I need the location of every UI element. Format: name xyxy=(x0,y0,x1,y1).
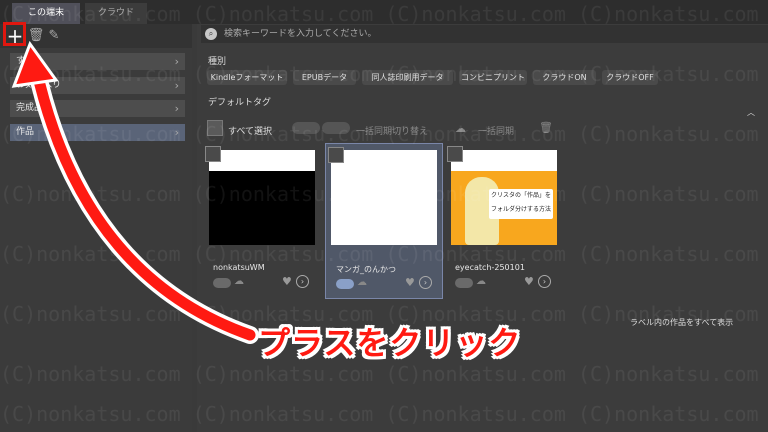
tag-convenience-print[interactable]: コンビニプリント xyxy=(459,70,527,85)
cloud-icon: ☁ xyxy=(455,122,466,135)
edit-pencil-icon[interactable]: ✎ xyxy=(44,24,64,48)
heart-icon[interactable]: ♥ xyxy=(282,275,292,288)
sidebar-item-label: 作品 xyxy=(16,127,35,137)
sidebar-item-label: 完成品 xyxy=(16,103,44,113)
default-tag-label: デフォルトタグ xyxy=(208,98,272,108)
thumbnail: クリスタの「作品」を フォルダ分けする方法 xyxy=(451,150,557,245)
sync-toggle-a[interactable] xyxy=(292,122,320,134)
show-all-in-label-link[interactable]: ラベル内の作品をすべて表示 xyxy=(630,317,733,328)
bulk-sync-toggle-label[interactable]: 一括同期切り替え xyxy=(356,124,428,137)
tag-cloud-on[interactable]: クラウドON xyxy=(533,70,596,85)
search-placeholder: 検索キーワードを入力してください。 xyxy=(224,29,377,39)
card-sync-toggle[interactable] xyxy=(455,278,473,288)
annotation-text: プラスをクリック xyxy=(258,324,522,362)
sidebar-item-works[interactable]: 作品 › xyxy=(10,124,185,141)
trash-icon[interactable]: 🗑 xyxy=(539,121,553,134)
search-icon: ⌕ xyxy=(205,28,217,40)
heart-icon[interactable]: ♥ xyxy=(405,276,415,289)
work-card-selected[interactable]: マンガ_のんかつ ☁ ♥ › xyxy=(325,143,443,299)
work-card[interactable]: クリスタの「作品」を フォルダ分けする方法 eyecatch-250101 ☁ ♥… xyxy=(445,143,563,299)
tag-doujin-print[interactable]: 同人誌印刷用データ xyxy=(362,70,453,85)
card-name: eyecatch-250101 xyxy=(455,263,525,272)
card-name: nonkatsuWM xyxy=(213,263,265,272)
chevron-circle-icon[interactable]: › xyxy=(419,276,432,289)
tab-this-device[interactable]: この端末 xyxy=(12,3,80,24)
trash-icon[interactable]: 🗑 xyxy=(26,24,46,48)
heart-icon[interactable]: ♥ xyxy=(524,275,534,288)
card-sync-toggle[interactable] xyxy=(336,279,354,289)
card-checkbox[interactable] xyxy=(328,147,344,163)
sidebar-item-label: お気に入り xyxy=(16,80,62,90)
cloud-icon: ☁ xyxy=(476,276,486,287)
sidebar-toolbar: + 🗑 ✎ xyxy=(0,24,192,48)
cloud-icon: ☁ xyxy=(234,276,244,287)
chevron-right-icon: › xyxy=(174,55,179,68)
thumbnail xyxy=(331,150,437,245)
card-checkbox[interactable] xyxy=(205,146,221,162)
tag-cloud-off[interactable]: クラウドOFF xyxy=(602,70,658,85)
cloud-icon: ☁ xyxy=(357,277,367,288)
sidebar-item-favorites[interactable]: お気に入り › xyxy=(10,77,185,94)
sidebar-item-all[interactable]: すべて › xyxy=(10,53,185,70)
select-all-checkbox[interactable] xyxy=(207,120,223,136)
thumbnail-caption: クリスタの「作品」を フォルダ分けする方法 xyxy=(489,189,553,219)
chevron-circle-icon[interactable]: › xyxy=(538,275,551,288)
chevron-up-icon[interactable]: ︿ xyxy=(747,107,755,118)
thumbnail xyxy=(209,150,315,245)
plus-highlight-box xyxy=(3,22,26,46)
card-name: マンガ_のんかつ xyxy=(336,265,396,274)
sidebar-item-label: すべて xyxy=(16,56,43,66)
select-all-label: すべて選択 xyxy=(228,127,273,137)
card-checkbox[interactable] xyxy=(447,146,463,162)
type-heading: 種別 xyxy=(208,57,227,67)
sidebar-item-completed[interactable]: 完成品 › xyxy=(10,100,185,117)
tag-epub[interactable]: EPUBデータ xyxy=(293,70,356,85)
bulk-sync-button[interactable]: 一括同期 xyxy=(478,124,514,137)
tab-cloud[interactable]: クラウド xyxy=(85,3,147,24)
tag-kindle[interactable]: Kindleフォーマット xyxy=(207,70,287,85)
chevron-right-icon: › xyxy=(174,102,179,115)
search-input[interactable]: ⌕ 検索キーワードを入力してください。 xyxy=(201,25,768,43)
chevron-right-icon: › xyxy=(174,79,179,92)
sync-toggle-b[interactable] xyxy=(322,122,350,134)
card-sync-toggle[interactable] xyxy=(213,278,231,288)
chevron-right-icon: › xyxy=(174,126,179,139)
chevron-circle-icon[interactable]: › xyxy=(296,275,309,288)
work-card[interactable]: nonkatsuWM ☁ ♥ › xyxy=(203,143,321,299)
